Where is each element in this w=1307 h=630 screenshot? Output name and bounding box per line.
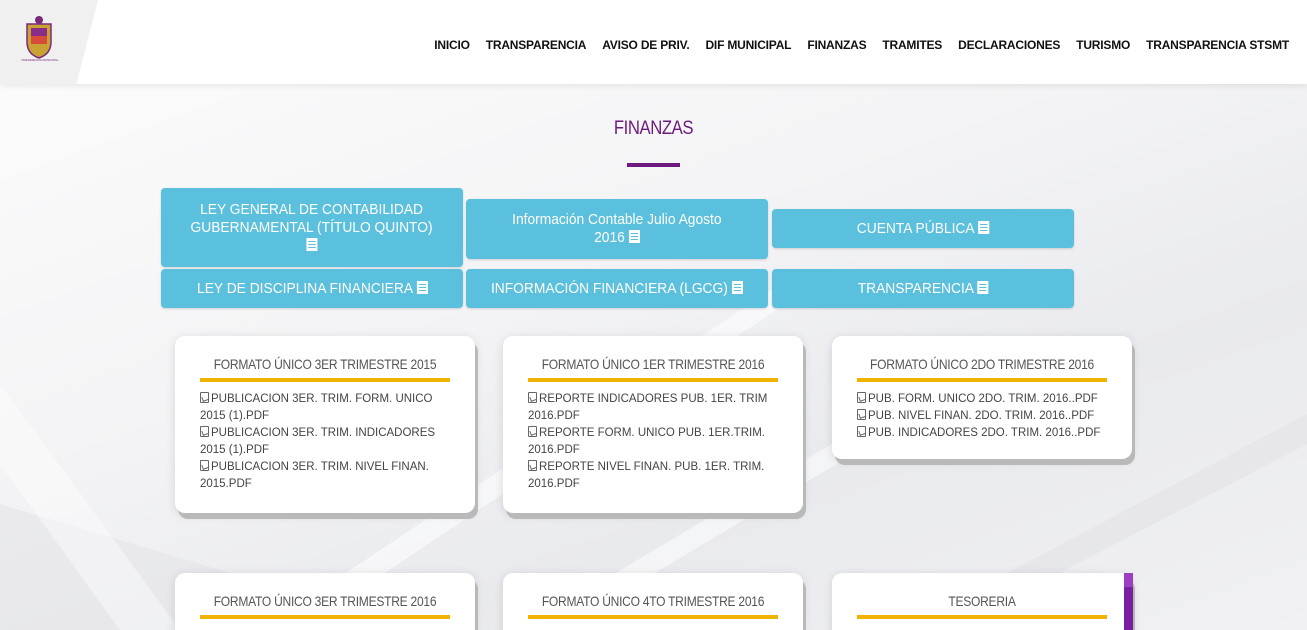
logo-text: PRESIDENCIA MUNICIPAL [21, 58, 59, 62]
card-underline [200, 378, 450, 382]
pdf-link[interactable]: PUBLICACION 3ER. TRIM. NIVEL FINAN. 2015.… [200, 459, 460, 493]
card-title: FORMATO ÚNICO 4TO TRIMESTRE 2016 [541, 593, 765, 609]
municipal-shield-logo[interactable] [22, 14, 56, 64]
ley-general-label-line2: GUBERNAMENTAL (TÍTULO QUINTO) [190, 218, 434, 236]
document-icon [977, 280, 989, 294]
nav-transparencia-stsmt[interactable]: TRANSPARENCIA STSMT [1138, 38, 1297, 52]
pdf-link-line1: PUBLICACION 3ER. TRIM. NIVEL FINAN. [211, 461, 429, 473]
main-nav: INICIO TRANSPARENCIA AVISO DE PRIV. DIF … [426, 38, 1297, 52]
transparencia-button[interactable]: TRANSPARENCIA [772, 269, 1074, 308]
pdf-link[interactable]: PUBLICACION 3ER. TRIM. INDICADORES 2015 (… [200, 425, 460, 459]
card-tesoreria: TESORERIA [832, 573, 1132, 630]
pdf-link-text: PUB. NIVEL FINAN. 2DO. TRIM. 2016..PDF [868, 410, 1095, 422]
pdf-file-icon [528, 392, 537, 403]
informacion-financiera-button[interactable]: INFORMACIÓN FINANCIERA (LGCG) [466, 269, 768, 308]
card-title: FORMATO ÚNICO 3ER TRIMESTRE 2015 [213, 356, 437, 372]
pdf-link[interactable]: PUB. FORM. UNICO 2DO. TRIM. 2016..PDF [857, 391, 1122, 408]
ley-general-label-line1: LEY GENERAL DE CONTABILIDAD [200, 200, 424, 218]
pdf-file-icon [200, 392, 209, 403]
card-title: FORMATO ÚNICO 1ER TRIMESTRE 2016 [541, 356, 765, 372]
pdf-file-icon [857, 409, 866, 420]
card-underline [857, 615, 1107, 619]
pdf-link[interactable]: REPORTE NIVEL FINAN. PUB. 1ER. TRIM. 2016… [528, 459, 788, 493]
document-icon [978, 220, 990, 234]
card-title: TESORERIA [948, 593, 1016, 609]
ley-general-contabilidad-button[interactable]: LEY GENERAL DE CONTABILIDAD GUBERNAMENTA… [161, 188, 463, 267]
pdf-link-text: PUB. FORM. UNICO 2DO. TRIM. 2016..PDF [868, 393, 1098, 405]
info-contable-button[interactable]: Información Contable Julio Agosto 2016 [466, 199, 768, 259]
pdf-link-line2: 2015 (1).PDF [200, 410, 270, 422]
document-icon [628, 230, 640, 243]
nav-turismo[interactable]: TURISMO [1068, 38, 1138, 52]
nav-transparencia[interactable]: TRANSPARENCIA [478, 38, 595, 52]
card-title: FORMATO ÚNICO 2DO TRIMESTRE 2016 [870, 356, 1094, 372]
title-underline [627, 163, 680, 167]
ley-disciplina-label: LEY DE DISCIPLINA FINANCIERA [196, 279, 413, 297]
pdf-link[interactable]: PUB. INDICADORES 2DO. TRIM. 2016..PDF [857, 425, 1122, 442]
pdf-file-icon [857, 392, 866, 403]
pdf-file-icon [528, 426, 537, 437]
pdf-link-line1: REPORTE INDICADORES PUB. 1ER. TRIM [539, 393, 768, 405]
card-underline [200, 615, 450, 619]
card-1er-trimestre-2016: FORMATO ÚNICO 1ER TRIMESTRE 2016 REPORTE… [503, 336, 803, 513]
pdf-file-icon [857, 426, 866, 437]
pdf-link[interactable]: PUBLICACION 3ER. TRIM. FORM. UNICO 2015 (… [200, 391, 460, 425]
card-title: FORMATO ÚNICO 3ER TRIMESTRE 2016 [213, 593, 437, 609]
nav-declaraciones[interactable]: DECLARACIONES [950, 38, 1068, 52]
cuenta-publica-label: CUENTA PÚBLICA [856, 219, 975, 237]
nav-tramites[interactable]: TRAMITES [874, 38, 950, 52]
pdf-link-text: PUB. INDICADORES 2DO. TRIM. 2016..PDF [868, 427, 1101, 439]
ley-disciplina-financiera-button[interactable]: LEY DE DISCIPLINA FINANCIERA [161, 269, 463, 308]
document-icon [306, 237, 318, 251]
document-icon [731, 280, 743, 294]
pdf-link-line2: 2016.PDF [528, 478, 580, 490]
pdf-link[interactable]: PUB. NIVEL FINAN. 2DO. TRIM. 2016..PDF [857, 408, 1122, 425]
nav-finanzas[interactable]: FINANZAS [799, 38, 874, 52]
pdf-file-icon [200, 426, 209, 437]
card-link-list: PUBLICACION 3ER. TRIM. FORM. UNICO 2015 (… [200, 391, 460, 493]
card-3er-trimestre-2016: FORMATO ÚNICO 3ER TRIMESTRE 2016 [175, 573, 475, 630]
pdf-link-line2: 2015.PDF [200, 478, 252, 490]
card-underline [528, 378, 778, 382]
pdf-link[interactable]: REPORTE FORM. UNICO PUB. 1ER.TRIM. 2016.P… [528, 425, 788, 459]
pdf-link-line1: PUBLICACION 3ER. TRIM. FORM. UNICO [211, 393, 433, 405]
info-contable-label-line2: 2016 [594, 229, 625, 246]
card-underline [857, 378, 1107, 382]
pdf-file-icon [200, 460, 209, 471]
cuenta-publica-button[interactable]: CUENTA PÚBLICA [772, 209, 1074, 248]
document-icon [416, 280, 428, 294]
nav-inicio[interactable]: INICIO [426, 38, 477, 52]
card-4to-trimestre-2016: FORMATO ÚNICO 4TO TRIMESTRE 2016 [503, 573, 803, 630]
pdf-link[interactable]: REPORTE INDICADORES PUB. 1ER. TRIM 2016.P… [528, 391, 788, 425]
nav-aviso-de-priv[interactable]: AVISO DE PRIV. [594, 38, 697, 52]
pdf-link-line2: 2015 (1).PDF [200, 444, 270, 456]
pdf-link-line2: 2016.PDF [528, 410, 580, 422]
card-3er-trimestre-2015: FORMATO ÚNICO 3ER TRIMESTRE 2015 PUBLICA… [175, 336, 475, 513]
purple-side-accent-highlight [1124, 573, 1133, 587]
pdf-link-line1: REPORTE NIVEL FINAN. PUB. 1ER. TRIM. [539, 461, 765, 473]
info-financiera-label: INFORMACIÓN FINANCIERA (LGCG) [491, 279, 729, 297]
pdf-file-icon [528, 460, 537, 471]
card-2do-trimestre-2016: FORMATO ÚNICO 2DO TRIMESTRE 2016 PUB. FO… [832, 336, 1132, 459]
pdf-link-line1: REPORTE FORM. UNICO PUB. 1ER.TRIM. [539, 427, 765, 439]
pdf-link-line2: 2016.PDF [528, 444, 580, 456]
page-title: FINANZAS [613, 118, 694, 139]
nav-dif-municipal[interactable]: DIF MUNICIPAL [697, 38, 799, 52]
pdf-link-line1: PUBLICACION 3ER. TRIM. INDICADORES [211, 427, 436, 439]
info-contable-label-line1: Información Contable Julio Agosto [512, 211, 722, 228]
site-header: PRESIDENCIA MUNICIPAL INICIO TRANSPARENC… [0, 0, 1307, 84]
card-link-list: REPORTE INDICADORES PUB. 1ER. TRIM 2016.P… [528, 391, 788, 493]
card-underline [528, 615, 778, 619]
transparencia-label: TRANSPARENCIA [857, 279, 974, 297]
card-link-list: PUB. FORM. UNICO 2DO. TRIM. 2016..PDF PU… [857, 391, 1122, 442]
